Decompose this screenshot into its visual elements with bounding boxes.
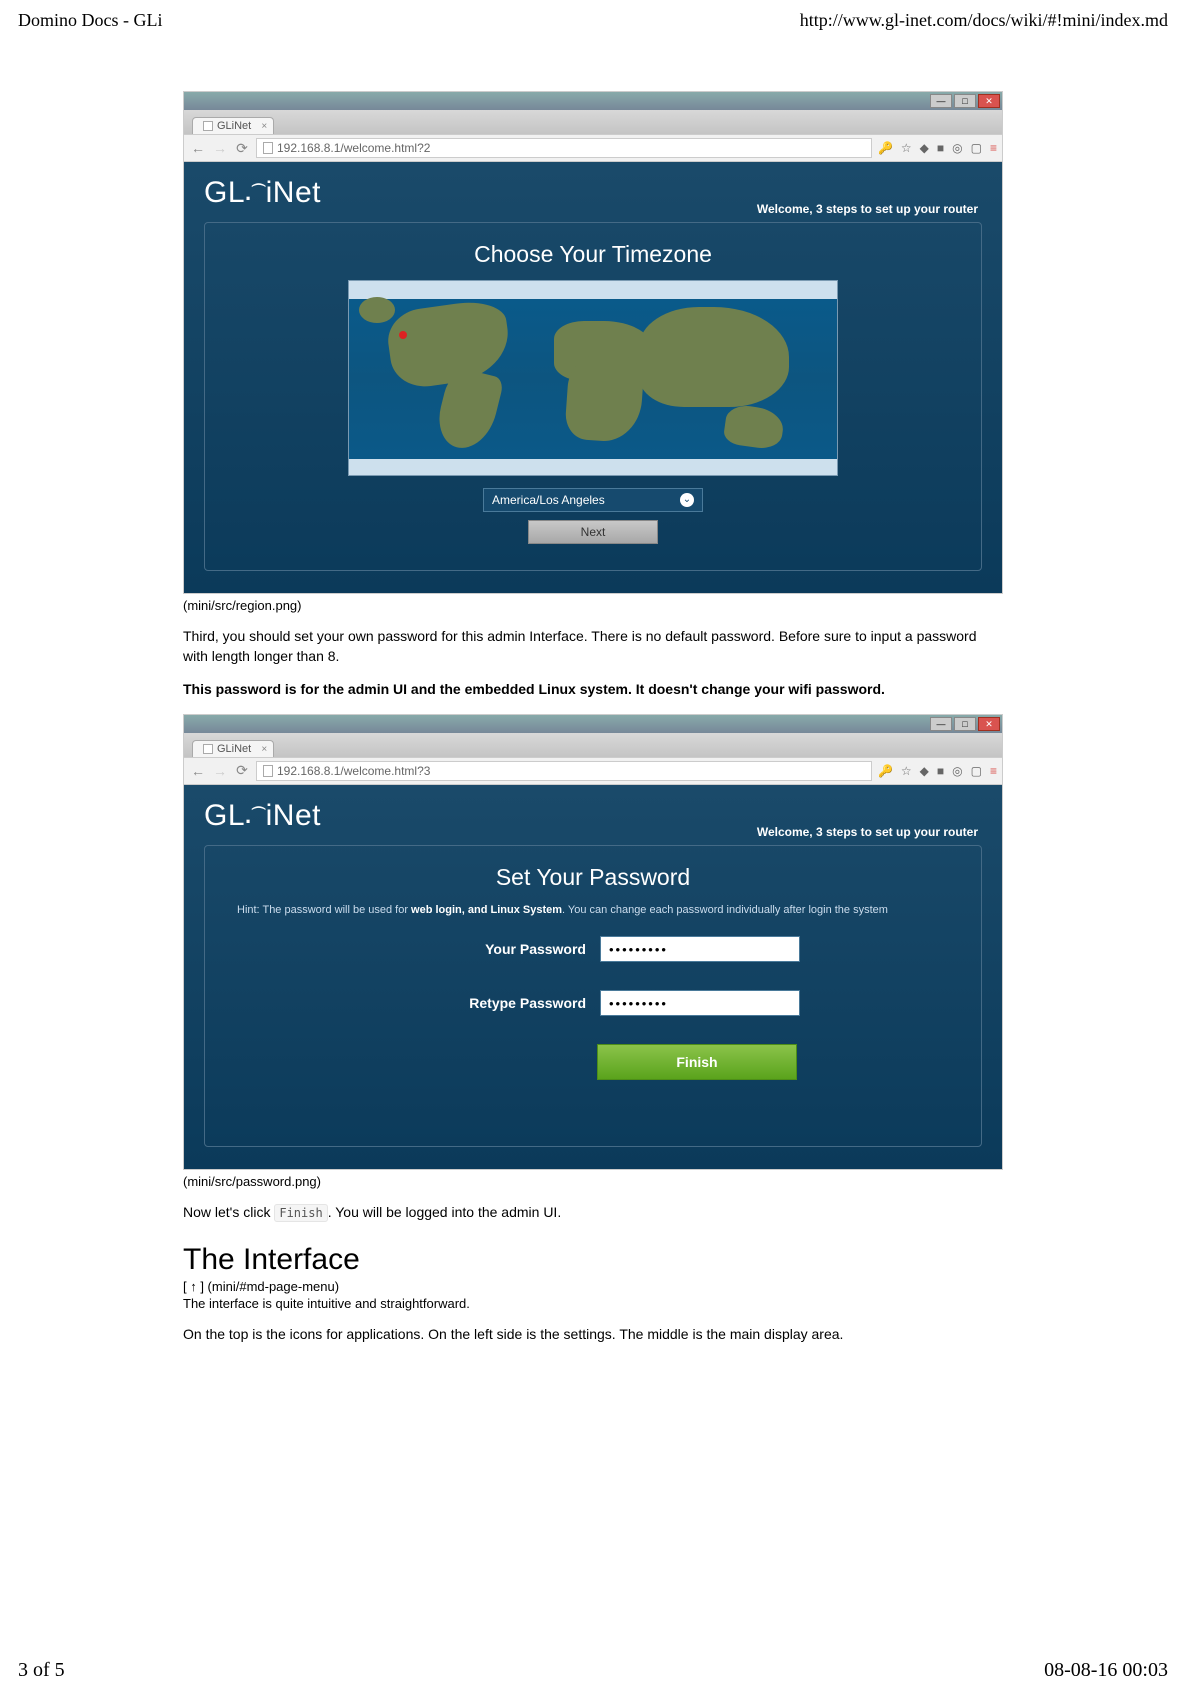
tab-label: GLiNet bbox=[217, 743, 251, 755]
next-button[interactable]: Next bbox=[528, 520, 658, 544]
key-icon[interactable]: 🔑 bbox=[878, 141, 893, 155]
tab-close-icon[interactable]: × bbox=[261, 744, 267, 755]
image-caption: (mini/src/region.png) bbox=[183, 598, 1003, 613]
star-icon[interactable]: ☆ bbox=[901, 141, 912, 155]
back-icon[interactable]: ← bbox=[190, 140, 206, 156]
shield-icon[interactable]: ▢ bbox=[971, 764, 982, 778]
circle-icon[interactable]: ◎ bbox=[952, 141, 962, 155]
paragraph: On the top is the icons for applications… bbox=[183, 1325, 1003, 1345]
address-bar[interactable]: 192.168.8.1/welcome.html?2 bbox=[256, 138, 872, 158]
panel-heading: Set Your Password bbox=[225, 864, 961, 891]
password-input[interactable]: ••••••••• bbox=[600, 936, 800, 962]
map-pin-icon bbox=[399, 331, 407, 339]
square-icon[interactable]: ■ bbox=[937, 764, 944, 778]
timezone-value: America/Los Angeles bbox=[492, 493, 605, 507]
maximize-icon: □ bbox=[954, 717, 976, 731]
forward-icon: → bbox=[212, 763, 228, 779]
panel-heading: Choose Your Timezone bbox=[225, 241, 961, 268]
paragraph: Now let's click Finish. You will be logg… bbox=[183, 1203, 1003, 1223]
anchor-link[interactable]: [ ↑ ] (mini/#md-page-menu) bbox=[183, 1279, 1003, 1294]
timezone-select[interactable]: America/Los Angeles ⌄ bbox=[483, 488, 703, 512]
retype-password-input[interactable]: ••••••••• bbox=[600, 990, 800, 1016]
screenshot-timezone: — □ ✕ GLiNet × ← → ⟳ 192.168.8.1/welcome… bbox=[183, 91, 1003, 594]
paragraph: Third, you should set your own password … bbox=[183, 627, 1003, 666]
extension-icon[interactable]: ◆ bbox=[920, 764, 929, 778]
favicon-icon bbox=[203, 121, 213, 131]
tab-close-icon[interactable]: × bbox=[261, 121, 267, 132]
maximize-icon: □ bbox=[954, 94, 976, 108]
favicon-icon bbox=[203, 744, 213, 754]
circle-icon[interactable]: ◎ bbox=[952, 764, 962, 778]
tab-label: GLiNet bbox=[217, 120, 251, 132]
extension-icon[interactable]: ◆ bbox=[920, 141, 929, 155]
square-icon[interactable]: ■ bbox=[937, 141, 944, 155]
shield-icon[interactable]: ▢ bbox=[971, 141, 982, 155]
section-heading: The Interface bbox=[183, 1243, 1003, 1277]
window-titlebar: — □ ✕ bbox=[184, 715, 1002, 733]
page-number: 3 of 5 bbox=[18, 1659, 65, 1682]
browser-toolbar: ← → ⟳ 192.168.8.1/welcome.html?2 🔑 ☆ ◆ ■… bbox=[184, 134, 1002, 162]
browser-tab[interactable]: GLiNet × bbox=[192, 117, 274, 134]
menu-icon[interactable]: ≡ bbox=[990, 141, 996, 155]
image-caption: (mini/src/password.png) bbox=[183, 1174, 1003, 1189]
browser-toolbar: ← → ⟳ 192.168.8.1/welcome.html?3 🔑 ☆ ◆ ■… bbox=[184, 757, 1002, 785]
url-text: 192.168.8.1/welcome.html?2 bbox=[277, 141, 430, 155]
browser-tab[interactable]: GLiNet × bbox=[192, 740, 274, 757]
doc-title: Domino Docs - GLi bbox=[18, 10, 162, 31]
paragraph-bold: This password is for the admin UI and th… bbox=[183, 680, 1003, 700]
finish-button[interactable]: Finish bbox=[597, 1044, 797, 1080]
page-icon bbox=[263, 765, 273, 777]
welcome-text: Welcome, 3 steps to set up your router bbox=[757, 825, 978, 839]
url-text: 192.168.8.1/welcome.html?3 bbox=[277, 764, 430, 778]
browser-tabs: GLiNet × bbox=[184, 733, 1002, 757]
reload-icon[interactable]: ⟳ bbox=[234, 762, 250, 779]
back-icon[interactable]: ← bbox=[190, 763, 206, 779]
minimize-icon: — bbox=[930, 94, 952, 108]
retype-password-label: Retype Password bbox=[386, 995, 586, 1011]
welcome-text: Welcome, 3 steps to set up your router bbox=[757, 202, 978, 216]
menu-icon[interactable]: ≡ bbox=[990, 764, 996, 778]
window-titlebar: — □ ✕ bbox=[184, 92, 1002, 110]
key-icon[interactable]: 🔑 bbox=[878, 764, 893, 778]
address-bar[interactable]: 192.168.8.1/welcome.html?3 bbox=[256, 761, 872, 781]
screenshot-password: — □ ✕ GLiNet × ← → ⟳ 192.168.8.1/welcome… bbox=[183, 714, 1003, 1170]
close-icon: ✕ bbox=[978, 717, 1000, 731]
minimize-icon: — bbox=[930, 717, 952, 731]
star-icon[interactable]: ☆ bbox=[901, 764, 912, 778]
chevron-down-icon: ⌄ bbox=[680, 493, 694, 507]
forward-icon: → bbox=[212, 140, 228, 156]
hint-text: Hint: The password will be used for web … bbox=[237, 903, 949, 918]
browser-tabs: GLiNet × bbox=[184, 110, 1002, 134]
page-icon bbox=[263, 142, 273, 154]
reload-icon[interactable]: ⟳ bbox=[234, 140, 250, 157]
inline-code: Finish bbox=[274, 1204, 327, 1222]
doc-url: http://www.gl-inet.com/docs/wiki/#!mini/… bbox=[800, 10, 1168, 31]
close-icon: ✕ bbox=[978, 94, 1000, 108]
world-map[interactable] bbox=[348, 280, 838, 476]
print-timestamp: 08-08-16 00:03 bbox=[1044, 1659, 1168, 1682]
paragraph: The interface is quite intuitive and str… bbox=[183, 1296, 1003, 1311]
password-label: Your Password bbox=[386, 941, 586, 957]
